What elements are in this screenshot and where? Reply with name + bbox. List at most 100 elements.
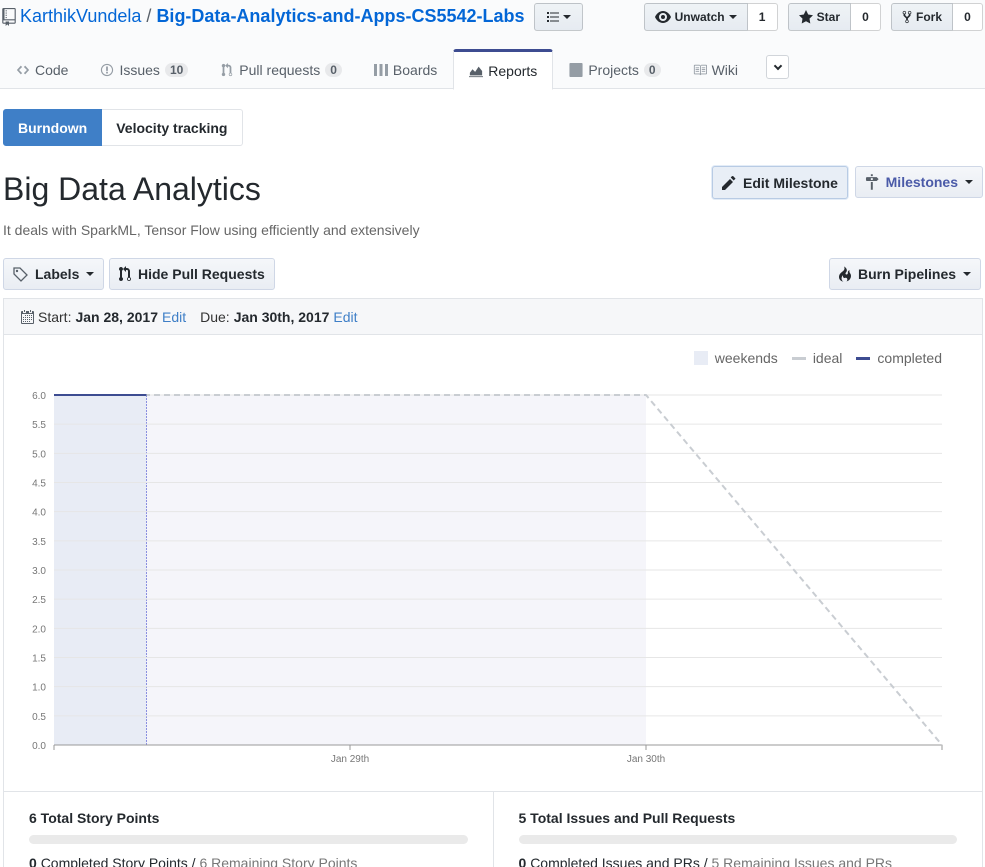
issues-counter: 10 — [164, 63, 189, 77]
tab-code-label: Code — [35, 62, 69, 78]
eye-icon — [654, 11, 671, 23]
boards-icon — [373, 64, 388, 76]
y-tick-label: 5.0 — [32, 449, 46, 460]
story-points-stat: 6 Total Story Points 0 Completed Story P… — [4, 792, 493, 867]
project-icon — [569, 63, 583, 77]
milestone-description: It deals with SparkML, Tensor Flow using… — [3, 222, 420, 238]
tab-code[interactable]: Code — [0, 49, 84, 89]
watch-group: Unwatch 1 — [643, 3, 778, 31]
unwatch-label: Unwatch — [674, 10, 725, 24]
tab-pull-requests-label: Pull requests — [239, 62, 321, 78]
burndown-panel: Start: Jan 28, 2017 Edit Due: Jan 30th, … — [3, 298, 983, 867]
edit-milestone-label: Edit Milestone — [743, 174, 838, 191]
burndown-chart: 0.0 0.5 1.0 1.5 2.0 2.5 3.0 3.5 4.0 4.5 5.0 5.5 6.0 J… — [32, 391, 943, 765]
repo-owner-link[interactable]: KarthikVundela — [20, 6, 141, 27]
star-count[interactable]: 0 — [850, 3, 881, 31]
caret-down-icon — [965, 180, 973, 184]
x-tick-label: Jan 30th — [627, 754, 665, 765]
story-remaining: 6 Remaining Story Points — [199, 855, 358, 867]
edit-due-link[interactable]: Edit — [333, 309, 357, 325]
repo-header: KarthikVundela / Big-Data-Analytics-and-… — [0, 0, 985, 90]
tab-reports[interactable]: Reports — [453, 49, 554, 90]
milestone-stats: 6 Total Story Points 0 Completed Story P… — [4, 791, 982, 867]
star-button[interactable]: Star — [787, 3, 851, 31]
y-tick-label: 3.5 — [32, 537, 46, 548]
issues-summary: 0 Completed Issues and PRs / 5 Remaining… — [519, 855, 958, 867]
tag-icon — [13, 266, 28, 282]
tab-boards-label: Boards — [392, 62, 438, 78]
y-tick-label: 2.0 — [32, 624, 46, 635]
tab-pull-requests[interactable]: Pull requests 0 — [204, 49, 358, 89]
code-icon — [16, 65, 30, 75]
pull-request-icon — [119, 266, 131, 281]
labels-dropdown[interactable]: Labels — [3, 258, 105, 290]
repo-menu-button[interactable] — [534, 3, 583, 31]
page-actions: Unwatch 1 Star 0 Fork 0 — [643, 3, 983, 31]
burn-pipelines-label: Burn Pipelines — [858, 266, 957, 282]
issues-completed-count: 0 — [518, 855, 527, 867]
y-tick-label: 1.0 — [32, 683, 46, 694]
nav-more-button[interactable] — [766, 55, 789, 79]
pulls-counter: 0 — [325, 63, 342, 77]
repo-separator: / — [146, 6, 152, 26]
tab-velocity-tracking[interactable]: Velocity tracking — [102, 109, 243, 146]
star-icon — [798, 10, 813, 24]
due-label: Due: — [200, 308, 230, 325]
calendar-icon — [21, 309, 34, 324]
edit-start-link[interactable]: Edit — [162, 309, 186, 325]
y-tick-label: 6.0 — [32, 391, 46, 402]
y-tick-label: 2.5 — [32, 595, 46, 606]
unwatch-button[interactable]: Unwatch — [643, 3, 748, 31]
edit-milestone-button[interactable]: Edit Milestone — [712, 166, 848, 199]
repo-nav: Code Issues 10 Pull requests 0 Boards Re… — [0, 49, 754, 90]
repo-icon — [2, 7, 16, 26]
reports-icon — [469, 66, 484, 77]
pencil-icon — [722, 175, 736, 190]
milestones-dropdown[interactable]: Milestones — [855, 166, 983, 198]
list-icon — [546, 12, 559, 22]
burn-pipelines-dropdown[interactable]: Burn Pipelines — [829, 258, 982, 290]
repo-title: KarthikVundela / Big-Data-Analytics-and-… — [2, 6, 525, 27]
flame-icon — [839, 266, 851, 282]
x-tick-label: Jan 29th — [331, 754, 369, 765]
issue-icon — [101, 63, 114, 77]
fork-group: Fork 0 — [890, 3, 983, 31]
fork-button[interactable]: Fork — [890, 3, 953, 31]
labels-label: Labels — [35, 266, 80, 282]
story-points-summary: 0 Completed Story Points / 6 Remaining S… — [29, 855, 468, 867]
y-tick-label: 5.5 — [32, 420, 46, 431]
y-tick-label: 0.0 — [32, 741, 46, 752]
tab-wiki-label: Wiki — [711, 62, 739, 78]
book-icon — [693, 64, 707, 76]
tab-burndown[interactable]: Burndown — [3, 109, 103, 146]
watch-count[interactable]: 1 — [747, 3, 778, 31]
start-label: Start: — [38, 308, 72, 325]
fork-count[interactable]: 0 — [953, 3, 983, 31]
milestone-title: Big Data Analytics — [3, 171, 261, 207]
chevron-down-icon — [773, 61, 782, 70]
issues-remaining: 5 Remaining Issues and PRs — [711, 855, 893, 867]
tab-wiki[interactable]: Wiki — [677, 49, 754, 89]
story-points-progress — [29, 835, 468, 844]
y-tick-label: 1.5 — [32, 654, 46, 665]
start-date: Jan 28, 2017 — [75, 308, 158, 325]
tab-issues[interactable]: Issues 10 — [84, 49, 204, 89]
tab-boards[interactable]: Boards — [358, 49, 453, 89]
repo-name-link[interactable]: Big-Data-Analytics-and-Apps-CS5542-Labs — [156, 6, 524, 27]
tab-issues-label: Issues — [119, 62, 160, 78]
hide-pull-requests-button[interactable]: Hide Pull Requests — [109, 258, 275, 290]
report-subnav: Burndown Velocity tracking — [3, 109, 243, 146]
y-tick-label: 0.5 — [32, 712, 46, 723]
milestones-label: Milestones — [885, 174, 958, 190]
caret-down-icon — [562, 15, 571, 19]
pull-request-icon — [222, 63, 233, 77]
story-points-title: 6 Total Story Points — [29, 810, 160, 826]
issues-completed-label: Completed Issues and PRs — [530, 855, 700, 867]
fork-icon — [902, 10, 912, 24]
story-completed-label: Completed Story Points — [40, 855, 188, 867]
star-group: Star 0 — [787, 3, 881, 31]
milestone-icon — [865, 174, 879, 190]
caret-down-icon — [728, 15, 737, 19]
issues-stat: 5 Total Issues and Pull Requests 0 Compl… — [492, 792, 983, 867]
tab-projects[interactable]: Projects 0 — [553, 49, 676, 89]
